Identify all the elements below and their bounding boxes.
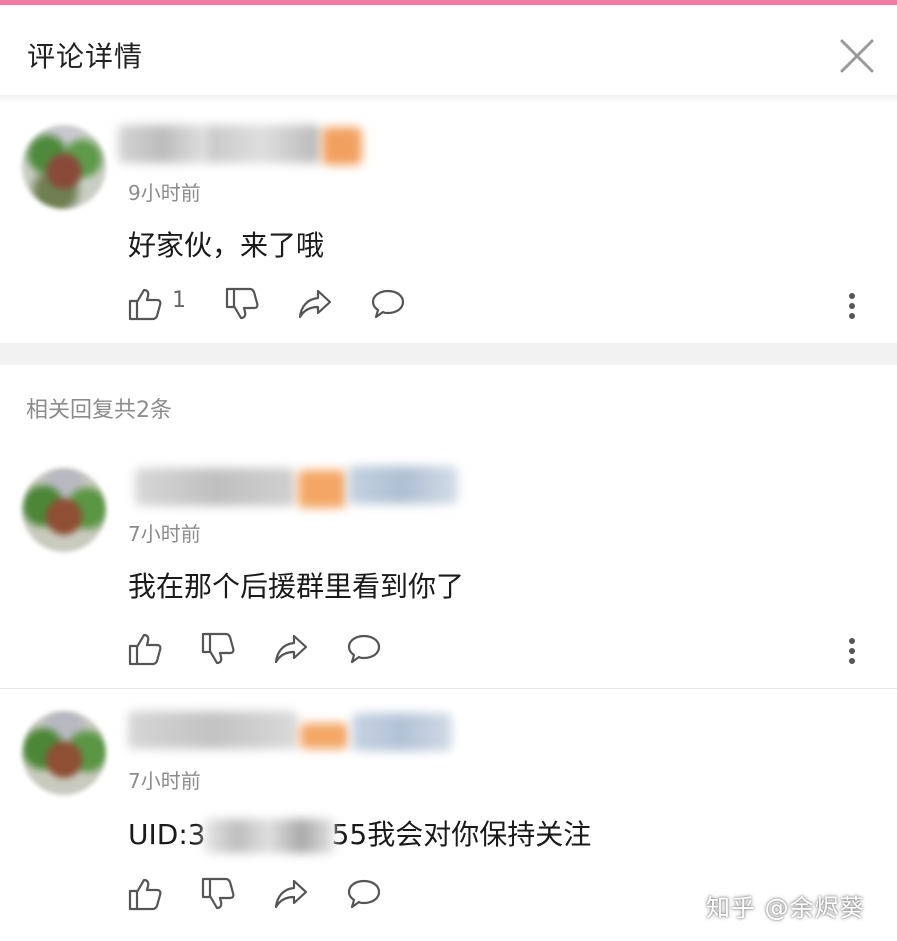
share-icon — [274, 634, 308, 664]
like-button[interactable] — [126, 875, 164, 913]
share-icon — [298, 289, 332, 319]
like-button[interactable]: 1 — [126, 285, 196, 323]
avatar[interactable] — [22, 711, 106, 795]
dislike-button[interactable] — [223, 285, 261, 323]
header: 评论详情 — [0, 5, 897, 95]
thumbs-up-icon — [128, 288, 162, 321]
like-count: 1 — [172, 288, 186, 313]
share-button[interactable] — [296, 285, 334, 323]
dislike-button[interactable] — [199, 875, 237, 913]
reply-item: 7小时前 我在那个后援群里看到你了 — [0, 450, 897, 688]
reply-time: 7小时前 — [128, 522, 201, 546]
share-button[interactable] — [272, 630, 310, 668]
comment-actions: 1 — [126, 285, 866, 325]
comment-icon — [371, 289, 405, 319]
redacted-uid — [203, 819, 334, 853]
dislike-button[interactable] — [199, 630, 237, 668]
avatar[interactable] — [22, 125, 106, 209]
replies-count-title: 相关回复共2条 — [26, 398, 172, 423]
like-button[interactable] — [126, 630, 164, 668]
reply-button[interactable] — [369, 285, 407, 323]
close-icon — [840, 39, 874, 73]
thumbs-down-icon — [201, 877, 235, 910]
more-options-button[interactable] — [842, 285, 862, 325]
reply-text-prefix: UID:3 — [128, 818, 206, 851]
reply-text: UID:3 55我会对你保持关注 — [128, 813, 591, 853]
page-title: 评论详情 — [27, 40, 144, 73]
share-icon — [274, 879, 308, 909]
reply-actions — [126, 630, 866, 670]
reply-time: 7小时前 — [128, 769, 201, 793]
thumbs-up-icon — [128, 878, 162, 911]
comment-time: 9小时前 — [128, 181, 201, 205]
section-gap — [0, 343, 897, 365]
avatar[interactable] — [22, 468, 106, 552]
thumbs-down-icon — [225, 287, 259, 320]
more-options-button[interactable] — [842, 630, 862, 670]
thumbs-down-icon — [201, 632, 235, 665]
watermark: 知乎 @余烬葵 — [706, 894, 865, 922]
header-divider — [0, 95, 897, 103]
comment-icon — [347, 879, 381, 909]
reply-text-suffix: 55我会对你保持关注 — [331, 818, 592, 851]
reply-button[interactable] — [345, 875, 383, 913]
close-button[interactable] — [838, 37, 876, 75]
comment-text: 好家伙，来了哦 — [128, 229, 325, 262]
reply-button[interactable] — [345, 630, 383, 668]
reply-text: 我在那个后援群里看到你了 — [128, 570, 465, 603]
comment-icon — [347, 634, 381, 664]
share-button[interactable] — [272, 875, 310, 913]
main-comment: 9小时前 好家伙，来了哦 1 — [0, 103, 897, 343]
thumbs-up-icon — [128, 633, 162, 666]
